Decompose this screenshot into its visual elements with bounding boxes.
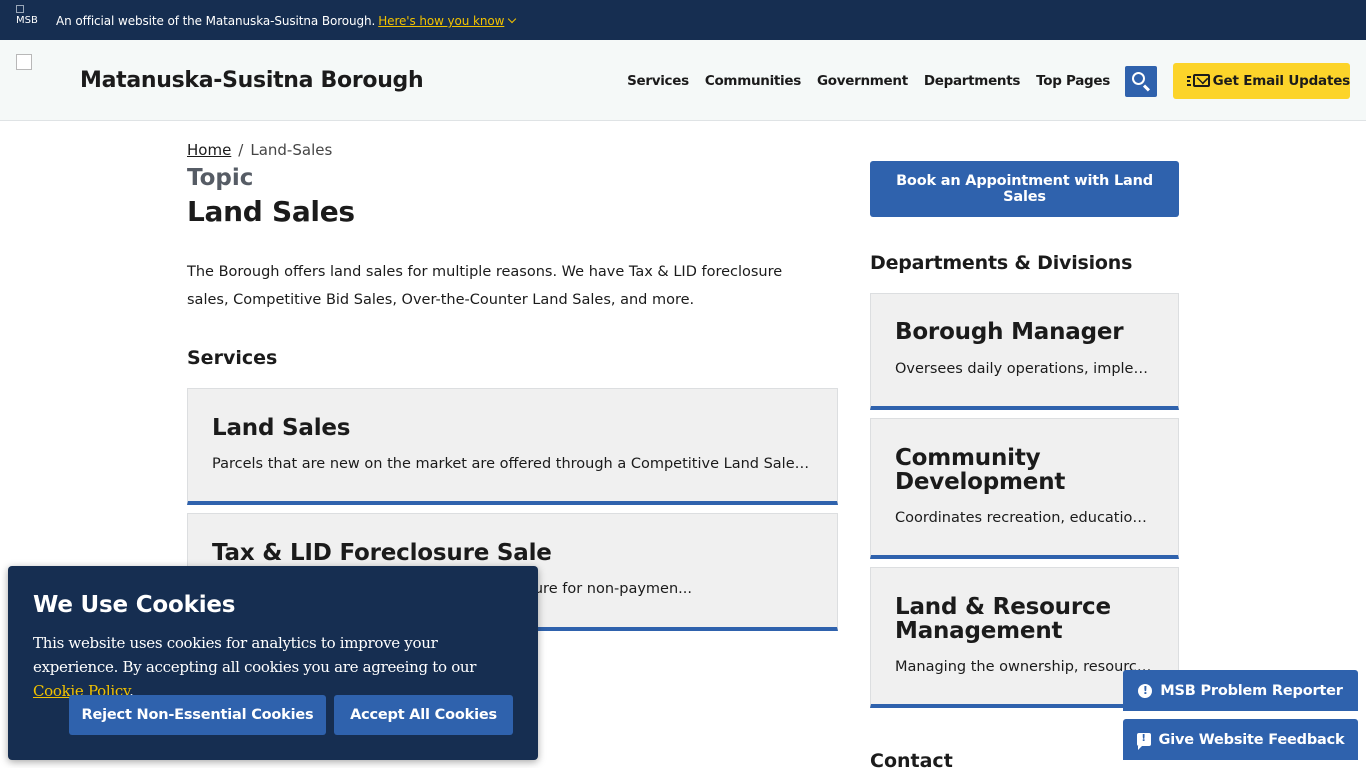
service-card-title: Tax & LID Foreclosure Sale: [212, 540, 552, 566]
how-you-know-link[interactable]: Here's how you know: [378, 14, 504, 28]
services-heading: Services: [187, 347, 278, 369]
nav-communities[interactable]: Communities: [705, 73, 801, 89]
email-updates-label: Get Email Updates: [1212, 73, 1351, 89]
service-card-desc: Parcels that are new on the market are o…: [212, 456, 813, 472]
problem-reporter-label: MSB Problem Reporter: [1160, 682, 1343, 699]
alert-icon: !: [1138, 683, 1153, 698]
page-title: Land Sales: [187, 195, 355, 228]
service-card-land-sales[interactable]: Land Sales Parcels that are new on the m…: [187, 388, 838, 505]
search-button[interactable]: [1125, 66, 1157, 97]
msb-logo-icon: MSB: [16, 5, 42, 35]
page-intro: The Borough offers land sales for multip…: [187, 264, 783, 308]
contact-heading: Contact: [870, 750, 953, 768]
dept-card-title: Land & Resource Management: [895, 594, 1111, 644]
nav-services[interactable]: Services: [627, 73, 689, 89]
msb-logo-label: MSB: [16, 15, 38, 26]
chevron-down-icon[interactable]: [508, 14, 517, 24]
cookie-text: This website uses cookies for analytics …: [33, 631, 523, 703]
dept-card-community-development[interactable]: Community Development Coordinates recrea…: [870, 418, 1179, 559]
accept-cookies-button[interactable]: Accept All Cookies: [334, 695, 513, 735]
website-feedback-label: Give Website Feedback: [1158, 731, 1345, 748]
breadcrumb-separator: /: [238, 141, 244, 159]
breadcrumb-current: Land-Sales: [250, 141, 333, 159]
breadcrumb-home[interactable]: Home: [187, 141, 231, 159]
cookie-title: We Use Cookies: [33, 592, 236, 618]
dept-card-desc: Oversees daily operations, implem...: [895, 361, 1154, 377]
feedback-icon: !: [1136, 733, 1151, 750]
page-eyebrow: Topic: [187, 165, 254, 191]
dept-card-title: Community Development: [895, 445, 1066, 495]
official-banner: MSB An official website of the Matanuska…: [0, 0, 1366, 40]
problem-reporter-button[interactable]: ! MSB Problem Reporter: [1123, 670, 1358, 711]
service-card-title: Land Sales: [212, 415, 351, 441]
main-nav: Services Communities Government Departme…: [627, 73, 1110, 89]
borough-logo[interactable]: [16, 54, 32, 70]
site-title[interactable]: Matanuska-Susitna Borough: [80, 68, 424, 93]
dept-card-desc: Coordinates recreation, education, ...: [895, 510, 1154, 526]
official-text: An official website of the Matanuska-Sus…: [56, 14, 376, 28]
official-banner-text: An official website of the Matanuska-Sus…: [56, 14, 517, 28]
dept-card-borough-manager[interactable]: Borough Manager Oversees daily operation…: [870, 293, 1179, 410]
book-appointment-button[interactable]: Book an Appointment with Land Sales: [870, 161, 1179, 217]
dept-card-desc: Managing the ownership, resource...: [895, 659, 1154, 675]
email-updates-button[interactable]: Get Email Updates: [1173, 63, 1350, 99]
departments-heading: Departments & Divisions: [870, 252, 1133, 274]
site-header: Matanuska-Susitna Borough Services Commu…: [0, 40, 1366, 121]
website-feedback-button[interactable]: ! Give Website Feedback: [1123, 719, 1358, 760]
nav-top-pages[interactable]: Top Pages: [1036, 73, 1110, 89]
reject-cookies-button[interactable]: Reject Non-Essential Cookies: [69, 695, 326, 735]
mail-icon: [1187, 74, 1210, 88]
cookie-message: This website uses cookies for analytics …: [33, 634, 477, 676]
breadcrumb: Home / Land-Sales: [187, 141, 332, 159]
dept-card-title: Borough Manager: [895, 319, 1124, 345]
nav-departments[interactable]: Departments: [924, 73, 1021, 89]
cookie-banner: We Use Cookies This website uses cookies…: [8, 566, 538, 760]
nav-government[interactable]: Government: [817, 73, 908, 89]
